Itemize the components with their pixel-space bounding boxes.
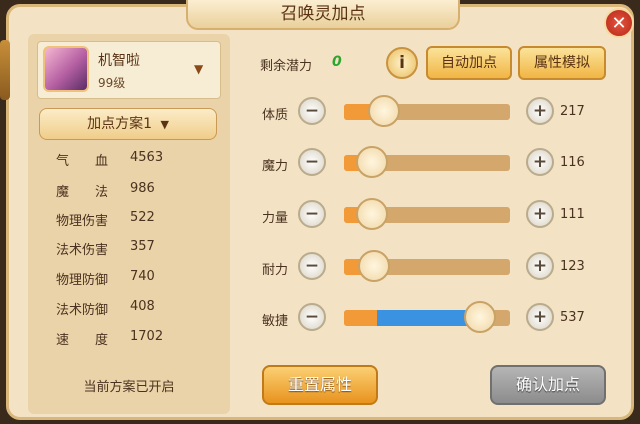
simulate-button[interactable]: 属性模拟	[518, 46, 606, 80]
decrease-strength-button[interactable]: −	[298, 200, 326, 228]
stat-value: 4563	[130, 150, 164, 165]
stat-value: 740	[130, 269, 155, 284]
tassel-decoration	[0, 40, 10, 100]
stat-label: 气 血	[56, 154, 109, 169]
attr-label-constitution: 体质	[262, 108, 289, 123]
increase-strength-button[interactable]: +	[526, 200, 554, 228]
slider-magic[interactable]	[344, 146, 510, 178]
stat-value: 986	[130, 181, 155, 196]
stat-value: 1702	[130, 329, 164, 344]
stat-value: 408	[130, 299, 155, 314]
stat-label: 物理防御	[56, 273, 109, 288]
chevron-down-icon: ▼	[160, 118, 169, 131]
stat-value: 522	[130, 210, 155, 225]
attr-value-endurance: 123	[560, 259, 585, 274]
slider-knob[interactable]	[358, 250, 390, 282]
pet-level: 99级	[98, 76, 126, 90]
stat-label: 速 度	[56, 333, 109, 348]
close-button[interactable]: ✕	[604, 8, 634, 38]
dialog-title: 召唤灵加点	[186, 0, 460, 30]
stat-label: 法术防御	[56, 303, 109, 318]
slider-knob[interactable]	[464, 301, 496, 333]
chevron-down-icon[interactable]: ▼	[194, 62, 203, 76]
decrease-magic-button[interactable]: −	[298, 148, 326, 176]
attr-label-magic: 魔力	[262, 159, 289, 174]
slider-knob[interactable]	[368, 95, 400, 127]
attr-label-agility: 敏捷	[262, 314, 289, 329]
pet-avatar	[43, 46, 89, 92]
slider-endurance[interactable]	[344, 250, 510, 282]
potential-label: 剩余潜力	[260, 59, 313, 74]
pet-name: 机智啦	[98, 53, 140, 69]
base-fill	[344, 310, 377, 326]
attr-label-strength: 力量	[262, 211, 289, 226]
attr-value-agility: 537	[560, 310, 585, 325]
scheme-label: 加点方案1	[87, 116, 152, 132]
slider-knob[interactable]	[356, 146, 388, 178]
stat-label: 物理伤害	[56, 214, 109, 229]
increase-constitution-button[interactable]: +	[526, 97, 554, 125]
reset-attributes-button[interactable]: 重置属性	[262, 365, 378, 405]
info-button[interactable]: i	[386, 47, 418, 79]
slider-agility[interactable]	[344, 301, 510, 333]
attr-value-constitution: 217	[560, 104, 585, 119]
potential-value: 0	[332, 54, 342, 70]
pet-selector[interactable]: 机智啦 99级 ▼	[37, 41, 221, 99]
slider-knob[interactable]	[356, 198, 388, 230]
scheme-dropdown[interactable]: 加点方案1 ▼	[39, 108, 217, 140]
slider-strength[interactable]	[344, 198, 510, 230]
increase-agility-button[interactable]: +	[526, 303, 554, 331]
stat-value: 357	[130, 239, 155, 254]
slider-constitution[interactable]	[344, 95, 510, 127]
stat-label: 魔 法	[56, 185, 109, 200]
scheme-status: 当前方案已开启	[83, 380, 175, 395]
auto-add-button[interactable]: 自动加点	[426, 46, 512, 80]
attr-label-endurance: 耐力	[262, 263, 289, 278]
confirm-add-points-button[interactable]: 确认加点	[490, 365, 606, 405]
attr-value-strength: 111	[560, 207, 585, 222]
decrease-endurance-button[interactable]: −	[298, 252, 326, 280]
decrease-constitution-button[interactable]: −	[298, 97, 326, 125]
attr-value-magic: 116	[560, 155, 585, 170]
increase-endurance-button[interactable]: +	[526, 252, 554, 280]
increase-magic-button[interactable]: +	[526, 148, 554, 176]
decrease-agility-button[interactable]: −	[298, 303, 326, 331]
stat-label: 法术伤害	[56, 243, 109, 258]
